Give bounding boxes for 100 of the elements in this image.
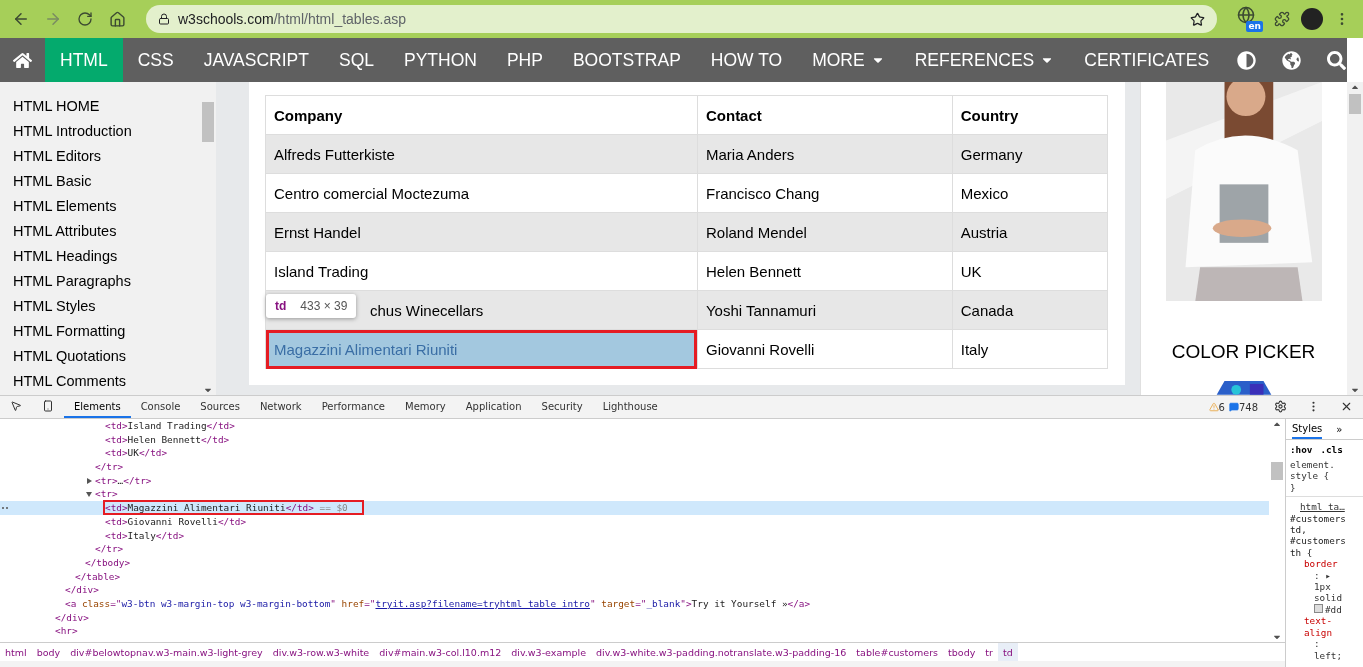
code-token: <a: [65, 597, 78, 609]
sidebar-link[interactable]: HTML Attributes: [0, 219, 200, 244]
message-icon: [1228, 402, 1239, 412]
breadcrumb[interactable]: table#customers: [851, 643, 944, 661]
nav-item[interactable]: CERTIFICATES: [1069, 38, 1225, 82]
table-cell: Giovanni Rovelli: [697, 329, 953, 369]
code-token: …: [117, 474, 124, 486]
nav-item[interactable]: HOW TO: [695, 38, 798, 82]
style-rule-line: #customers: [1289, 535, 1347, 547]
style-rule-line: element.: [1289, 459, 1336, 471]
devtools-tab[interactable]: Network: [249, 396, 312, 418]
devtools-tab[interactable]: Lighthouse: [592, 396, 668, 418]
column-header: Contact: [697, 95, 953, 135]
devtools-tab[interactable]: Memory: [395, 396, 456, 418]
scrollbar[interactable]: [200, 82, 216, 395]
sidebar-link[interactable]: HTML Headings: [0, 244, 200, 269]
nav-item[interactable]: BOOTSTRAP: [557, 38, 696, 82]
address-bar[interactable]: w3schools.com/html/html_tables.asp: [146, 5, 1217, 33]
nav-item[interactable]: JAVASCRIPT: [188, 38, 324, 82]
devtools-tab[interactable]: Performance: [311, 396, 396, 418]
code-token: <td>: [105, 515, 128, 527]
inspect-tooltip: td 433 × 39: [266, 294, 357, 318]
code-token: <td>: [105, 447, 128, 459]
sidebar-link[interactable]: HTML Editors: [0, 144, 200, 169]
breadcrumb[interactable]: div.w3-white.w3-padding.notranslate.w3-padding-16: [591, 643, 852, 661]
nav-item[interactable]: PYTHON: [389, 38, 492, 82]
scroll-thumb[interactable]: [202, 102, 214, 142]
sidebar-link[interactable]: HTML Paragraphs: [0, 269, 200, 294]
scrollbar[interactable]: [1269, 419, 1285, 642]
code-token: =": [364, 597, 376, 609]
code-token: =": [635, 597, 647, 609]
breadcrumb[interactable]: html: [0, 643, 32, 661]
code-token: Try it Yourself »: [691, 597, 788, 609]
table-cell: Helen Bennett: [697, 251, 953, 291]
devtools-tab[interactable]: Console: [130, 396, 191, 418]
style-rule-line: text-: [1303, 615, 1333, 627]
warning-counter[interactable]: 6: [1218, 396, 1225, 418]
sidebar-link[interactable]: HTML Introduction: [0, 119, 200, 144]
table-cell: Island Trading: [265, 251, 698, 291]
scroll-thumb[interactable]: [1271, 461, 1283, 480]
breadcrumb[interactable]: div#main.w3-col.l10.m12: [374, 643, 507, 661]
table-cell: Italy: [952, 329, 1108, 369]
scrollbar[interactable]: [1347, 82, 1363, 395]
nav-item[interactable]: PHP: [491, 38, 558, 82]
code-link[interactable]: tryit.asp?filename=tryhtml_table_intro: [375, 597, 590, 609]
nav-item[interactable]: SQL: [323, 38, 389, 82]
style-rule-line: #dd: [1286, 603, 1363, 616]
style-rule-line: : ▸: [1313, 569, 1332, 582]
code-token: =": [110, 597, 122, 609]
bookmark-star-icon[interactable]: [1190, 11, 1205, 27]
devtools-tab[interactable]: Elements: [64, 396, 131, 418]
nav-item[interactable]: REFERENCES: [899, 38, 1070, 82]
table-cell: UK: [952, 251, 1108, 291]
code-token: </table>: [75, 570, 121, 582]
style-rule-line: solid: [1313, 592, 1343, 604]
breadcrumb[interactable]: body: [31, 643, 66, 661]
style-rule-line: align: [1303, 626, 1333, 639]
sidebar-link[interactable]: HTML Comments: [0, 369, 200, 394]
table-cell: Centro comercial Moctezuma: [265, 173, 698, 213]
code-token: <td>: [105, 529, 128, 541]
code-token: <td>: [105, 420, 128, 431]
sidebar-link[interactable]: HTML HOME: [0, 94, 200, 119]
breadcrumb[interactable]: div#belowtopnav.w3-main.w3-light-grey: [65, 643, 268, 661]
code-token: w3-btn w3-margin-top w3-margin-bottom: [121, 597, 331, 609]
sidebar-link[interactable]: HTML Quotations: [0, 344, 200, 369]
table-cell: Mexico: [952, 173, 1108, 213]
message-counter[interactable]: 748: [1238, 396, 1258, 418]
code-token: <tr>: [95, 474, 118, 486]
breadcrumb[interactable]: tbody: [943, 643, 981, 661]
breadcrumb[interactable]: div.w3-row.w3-white: [267, 643, 375, 661]
code-token: <td>: [105, 433, 128, 445]
breadcrumb[interactable]: td: [997, 643, 1018, 661]
style-rule-line: :: [1313, 638, 1321, 650]
devtools-tab[interactable]: Security: [531, 396, 593, 418]
breadcrumb[interactable]: tr: [980, 643, 998, 661]
style-rule-line: th {: [1289, 546, 1314, 559]
code-token: ": [589, 597, 597, 609]
nav-item[interactable]: CSS: [122, 38, 189, 82]
more-tabs[interactable]: »: [1336, 423, 1343, 435]
style-rule-line: }: [1289, 481, 1297, 494]
stylesheet-link[interactable]: html_ta…: [1286, 497, 1363, 513]
scroll-thumb[interactable]: [1349, 93, 1361, 114]
sidebar-link[interactable]: HTML Styles: [0, 294, 200, 319]
sidebar-link[interactable]: HTML Basic: [0, 169, 200, 194]
code-token: </td>: [285, 502, 314, 514]
language-badge: en: [1246, 21, 1263, 32]
collapse-arrow-icon[interactable]: [86, 491, 92, 498]
devtools-tab[interactable]: Sources: [190, 396, 250, 418]
expand-arrow-icon[interactable]: [86, 477, 92, 484]
filter-toggle[interactable]: :hov: [1290, 444, 1313, 455]
devtools-tab[interactable]: Application: [455, 396, 532, 418]
breadcrumb[interactable]: div.w3-example: [506, 643, 591, 661]
nav-item[interactable]: MORE: [797, 38, 900, 82]
filter-toggle[interactable]: .cls: [1320, 444, 1343, 455]
styles-tab[interactable]: Styles: [1292, 419, 1323, 439]
avatar[interactable]: [1301, 8, 1323, 30]
sidebar-link[interactable]: HTML Formatting: [0, 319, 200, 344]
style-rule-line: left;: [1313, 649, 1343, 661]
sidebar-link[interactable]: HTML Elements: [0, 194, 200, 219]
column-header: Country: [952, 95, 1108, 135]
